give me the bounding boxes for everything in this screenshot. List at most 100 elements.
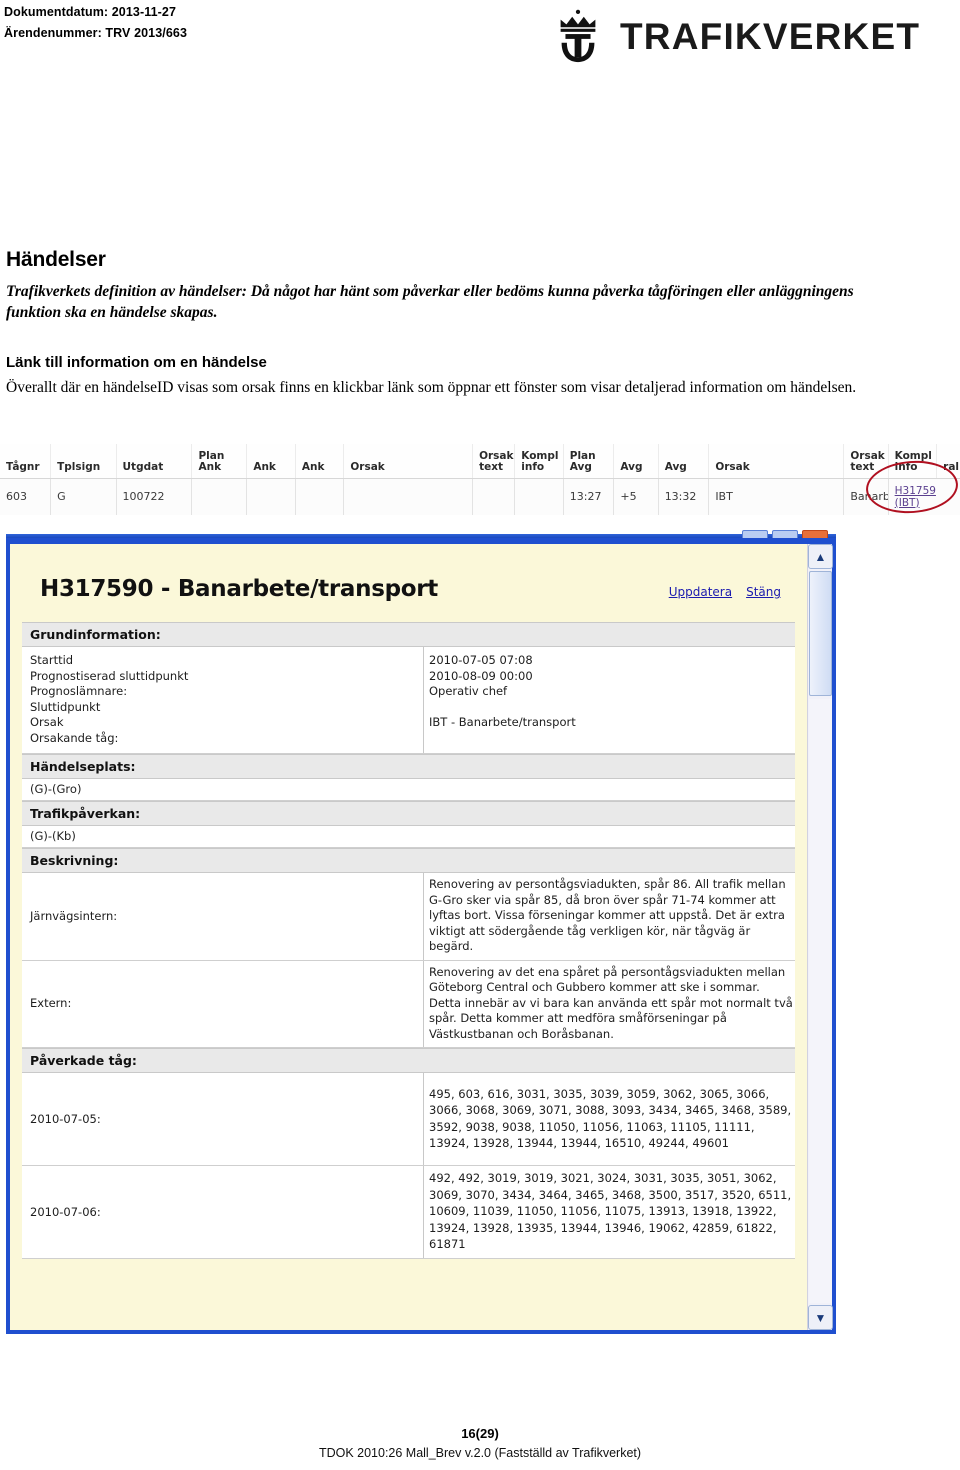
section-heading-beskrivning: Beskrivning: [22, 848, 795, 873]
description-label: Järnvägsintern: [30, 908, 118, 923]
info-label: Prognostiserad sluttidpunkt [30, 668, 189, 683]
section-heading-grundinformation: Grundinformation: [22, 622, 795, 647]
affected-trains-row: 2010-07-06: 492, 492, 3019, 3019, 3021, … [22, 1166, 795, 1258]
section-heading-handelseplats: Händelseplats: [22, 754, 795, 779]
cell-tagnr: 603 [0, 478, 52, 515]
info-label: Orsak [30, 715, 64, 729]
info-value: 2010-08-09 00:00 [429, 668, 533, 683]
column-divider [423, 647, 424, 753]
info-label: Starttid [30, 653, 74, 667]
close-link[interactable]: Stäng [746, 585, 781, 599]
table-header-row: Tågnr Tplsign Utgdat Plan Ank Ank Ank Ors… [0, 444, 960, 479]
handelse-id-link[interactable]: H31759 [895, 485, 936, 497]
description-value: Renovering av det ena spåret på persontå… [429, 964, 793, 1041]
popup-actions: Uppdatera Stäng [669, 585, 781, 599]
info-row: Orsakande tåg: [22, 731, 795, 747]
document-meta: Dokumentdatum: 2013-11-27 Ärendenummer: … [4, 2, 187, 44]
col-tagnr: Tågnr [0, 444, 52, 479]
affected-trains-list: 492, 492, 3019, 3019, 3021, 3024, 3031, … [429, 1171, 792, 1252]
cell-orsak-avg: IBT [708, 478, 845, 515]
crown-anchor-icon [560, 9, 596, 63]
section-heading-link-info: Länk till information om en händelse [6, 354, 267, 371]
scroll-up-button[interactable]: ▲ [808, 544, 833, 569]
cell-orsak-text-ank [472, 478, 516, 515]
table-row[interactable]: 603 G 100722 13:27 +5 13:32 IBT Banarbe … [0, 478, 960, 515]
handelse-orsak-link[interactable]: (IBT) [895, 497, 934, 509]
scroll-down-button[interactable]: ▼ [808, 1305, 833, 1330]
train-delay-table: Tågnr Tplsign Utgdat Plan Ank Ank Ank Ors… [0, 444, 960, 515]
affected-trains-row: 2010-07-05: 495, 603, 616, 3031, 3035, 3… [22, 1073, 795, 1165]
scrollbar-track[interactable] [809, 699, 832, 1303]
description-label: Extern: [30, 996, 72, 1011]
cell-ank-2 [295, 478, 345, 515]
update-link[interactable]: Uppdatera [669, 585, 732, 599]
col-plan-ank: Plan Ank [191, 444, 248, 479]
info-label: Prognoslämnare: [30, 684, 128, 698]
info-value: 2010-07-05 07:08 [429, 653, 533, 667]
popup-content: H317590 - Banarbete/transport Uppdatera … [10, 544, 807, 1330]
description-row-external: Extern: Renovering av det ena spåret på … [22, 960, 795, 1047]
cell-ank-1 [246, 478, 296, 515]
popup-title: H317590 - Banarbete/transport [40, 576, 439, 602]
cell-kompl-info-ank [514, 478, 564, 515]
col-tplsign: Tplsign [50, 444, 117, 479]
document-content: Händelser Trafikverkets definition av hä… [6, 248, 936, 398]
page-title: Händelser [6, 248, 106, 271]
cell-avg-1: +5 [613, 478, 659, 515]
column-divider [423, 1073, 424, 1165]
section-paverkade-tag-day2: 2010-07-06: 492, 492, 3019, 3019, 3021, … [22, 1166, 795, 1259]
popup-body: H317590 - Banarbete/transport Uppdatera … [10, 544, 833, 1330]
scrollbar-thumb[interactable] [809, 571, 832, 696]
col-kompl-info-avg: Kompl info [888, 444, 938, 479]
document-date: Dokumentdatum: 2013-11-27 [4, 5, 177, 19]
popup-scrollbar[interactable]: ▲ ▼ [807, 544, 833, 1330]
section-beskrivning-extern: Extern: Renovering av det ena spåret på … [22, 960, 795, 1048]
info-value: IBT - Banarbete/transport [429, 715, 576, 729]
description-value: Renovering av persontågsviadukten, spår … [429, 877, 786, 953]
section-handelseplats-value: (G)-(Gro) [22, 779, 795, 801]
info-row: Starttid 2010-07-05 07:08 [22, 653, 795, 669]
column-divider [423, 873, 424, 960]
col-plan-avg: Plan Avg [563, 444, 615, 479]
col-orsak-text-avg: Orsak text [843, 444, 889, 479]
body-paragraph: Överallt där en händelseID visas som ors… [6, 379, 857, 396]
affected-trains-date: 2010-07-06: [30, 1204, 101, 1219]
info-row: Orsak IBT - Banarbete/transport [22, 715, 795, 731]
section-trafikpaverkan-value: (G)-(Kb) [22, 826, 795, 848]
info-value: Operativ chef [429, 684, 508, 698]
description-row-internal: Järnvägsintern: Renovering av persontågs… [22, 873, 795, 960]
cell-tplsign: G [50, 478, 117, 515]
cell-extra [936, 478, 960, 515]
cell-kompl-info-avg[interactable]: H31759 (IBT) [888, 478, 937, 515]
col-orsak-ank: Orsak [343, 444, 474, 479]
cell-plan-avg: 13:27 [563, 478, 615, 515]
info-row: Prognostiserad sluttidpunkt 2010-08-09 0… [22, 669, 795, 685]
info-row: Prognoslämnare: Operativ chef [22, 684, 795, 700]
cell-plan-ank [191, 478, 248, 515]
col-ank-2: Ank [295, 444, 345, 479]
section-grundinformation: Starttid 2010-07-05 07:08 Prognostiserad… [22, 647, 795, 754]
cell-orsak-ank [343, 478, 474, 515]
col-utgdat: Utgdat [116, 444, 193, 479]
popup-header: H317590 - Banarbete/transport Uppdatera … [22, 558, 795, 622]
col-kompl-info-ank: Kompl info [514, 444, 564, 479]
document-footer: 16(29) TDOK 2010:26 Mall_Brev v.2.0 (Fas… [0, 1426, 960, 1460]
case-number: Ärendenummer: TRV 2013/663 [4, 26, 188, 40]
affected-trains-date: 2010-07-05: [30, 1111, 101, 1126]
col-avg-1: Avg [613, 444, 659, 479]
info-row: Sluttidpunkt [22, 700, 795, 716]
col-avg-2: Avg [658, 444, 710, 479]
col-orsak-avg: Orsak [708, 444, 845, 479]
col-extra: ral [936, 444, 960, 479]
section-heading-paverkade-tag: Påverkade tåg: [22, 1048, 795, 1073]
section-beskrivning: Järnvägsintern: Renovering av persontågs… [22, 873, 795, 961]
section-paverkade-tag-day1: 2010-07-05: 495, 603, 616, 3031, 3035, 3… [22, 1073, 795, 1166]
col-ank-1: Ank [246, 444, 296, 479]
table: Tågnr Tplsign Utgdat Plan Ank Ank Ank Ors… [0, 444, 960, 515]
handelse-detail-popup: H317590 - Banarbete/transport Uppdatera … [6, 538, 836, 1334]
column-divider [423, 1166, 424, 1258]
cell-avg-2: 13:32 [658, 478, 710, 515]
col-orsak-text-ank: Orsak text [472, 444, 516, 479]
section-heading-trafikpaverkan: Trafikpåverkan: [22, 801, 795, 826]
document-header: Dokumentdatum: 2013-11-27 Ärendenummer: … [0, 0, 960, 78]
